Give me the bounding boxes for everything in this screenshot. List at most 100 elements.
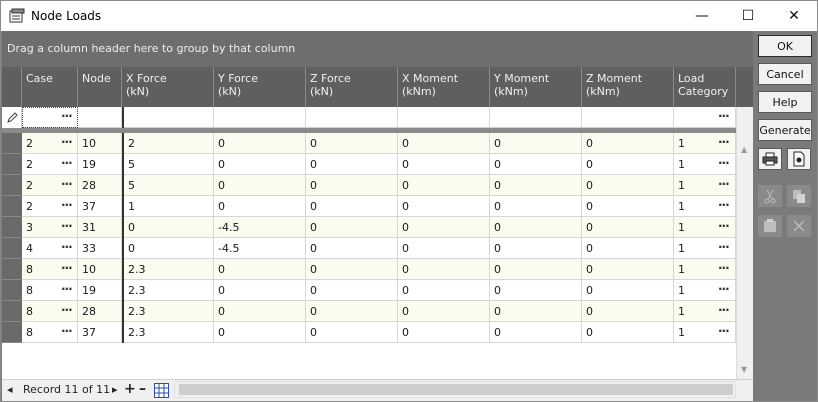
cell-x-moment[interactable]: 0 (398, 322, 490, 343)
cell-node[interactable]: 10 (78, 133, 122, 154)
cancel-button[interactable]: Cancel (758, 63, 812, 85)
cell-y-moment[interactable]: 0 (490, 154, 582, 175)
cell-y-moment[interactable]: 0 (490, 133, 582, 154)
cell-z-force[interactable]: 0 (306, 217, 398, 238)
column-header-x-moment[interactable]: X Moment (kNm) (398, 67, 490, 107)
table-row[interactable]: 2 28 5 0 0 0 0 0 1 ··· ··· (2, 175, 736, 196)
table-row[interactable]: 8 37 2.3 0 0 0 0 0 1 ··· ··· (2, 322, 736, 343)
table-row[interactable]: 8 28 2.3 0 0 0 0 0 1 ··· ··· (2, 301, 736, 322)
horizontal-scroll-thumb[interactable] (179, 384, 733, 395)
cell-x-moment[interactable]: 0 (398, 154, 490, 175)
help-button[interactable]: Help (758, 91, 812, 113)
print-button[interactable] (758, 148, 782, 170)
print-preview-button[interactable] (787, 148, 811, 170)
table-row[interactable]: 2 19 5 0 0 0 0 0 1 ··· ··· (2, 154, 736, 175)
scroll-up-icon[interactable]: ▲ (741, 145, 747, 154)
maximize-button[interactable]: ☐ (725, 1, 771, 31)
cell-x-force[interactable]: 2.3 (122, 301, 214, 322)
cell-y-force[interactable]: 0 (214, 196, 306, 217)
cell-x-force[interactable]: 1 (122, 196, 214, 217)
cell-z-moment[interactable]: 0 (582, 280, 674, 301)
ok-button[interactable]: OK (758, 35, 812, 57)
filter-x-moment-input[interactable] (398, 107, 490, 128)
row-indicator[interactable] (2, 154, 22, 175)
table-row[interactable]: 8 19 2.3 0 0 0 0 0 1 ··· ··· (2, 280, 736, 301)
generate-button[interactable]: Generate (758, 119, 812, 141)
table-row[interactable]: 2 37 1 0 0 0 0 0 1 ··· ··· (2, 196, 736, 217)
remove-record-icon[interactable]: – (139, 381, 146, 397)
filter-x-force-input[interactable] (122, 107, 214, 128)
cell-z-force[interactable]: 0 (306, 238, 398, 259)
delete-button[interactable] (787, 215, 811, 237)
filter-node-input[interactable] (78, 107, 122, 128)
cell-y-moment[interactable]: 0 (490, 238, 582, 259)
case-ellipsis-button[interactable]: ··· (61, 259, 73, 280)
cell-x-force[interactable]: 5 (122, 175, 214, 196)
load-category-ellipsis-button[interactable]: ··· (718, 175, 730, 196)
row-indicator[interactable] (2, 175, 22, 196)
cell-x-force[interactable]: 2.3 (122, 280, 214, 301)
table-row[interactable]: 4 33 0 -4.5 0 0 0 0 1 ··· ··· (2, 238, 736, 259)
cell-x-moment[interactable]: 0 (398, 301, 490, 322)
cell-x-moment[interactable]: 0 (398, 259, 490, 280)
column-header-node[interactable]: Node (78, 67, 122, 107)
cell-y-moment[interactable]: 0 (490, 217, 582, 238)
case-ellipsis-button[interactable]: ··· (61, 175, 73, 196)
cell-y-moment[interactable]: 0 (490, 175, 582, 196)
cell-z-force[interactable]: 0 (306, 280, 398, 301)
cell-z-force[interactable]: 0 (306, 133, 398, 154)
case-ellipsis-button[interactable]: ··· (61, 322, 73, 343)
add-record-icon[interactable]: + (124, 381, 136, 397)
cell-z-moment[interactable]: 0 (582, 175, 674, 196)
filter-z-force-input[interactable] (306, 107, 398, 128)
cell-node[interactable]: 19 (78, 154, 122, 175)
case-ellipsis-button[interactable]: ··· (61, 154, 73, 175)
row-indicator[interactable] (2, 280, 22, 301)
cell-x-force[interactable]: 5 (122, 154, 214, 175)
cell-y-moment[interactable]: 0 (490, 196, 582, 217)
column-header-load-category[interactable]: Load Category (674, 67, 736, 107)
load-category-ellipsis-button[interactable]: ··· (718, 280, 730, 301)
cell-node[interactable]: 37 (78, 196, 122, 217)
cell-node[interactable]: 33 (78, 238, 122, 259)
cell-y-moment[interactable]: 0 (490, 322, 582, 343)
cell-x-moment[interactable]: 0 (398, 133, 490, 154)
case-ellipsis-button[interactable]: ··· (61, 301, 73, 322)
column-header-y-moment[interactable]: Y Moment (kNm) (490, 67, 582, 107)
cell-y-force[interactable]: 0 (214, 133, 306, 154)
column-header-x-force[interactable]: X Force (kN) (122, 67, 214, 107)
cell-z-moment[interactable]: 0 (582, 154, 674, 175)
cell-z-moment[interactable]: 0 (582, 217, 674, 238)
vertical-scrollbar[interactable]: ▲ ▼ (736, 107, 753, 379)
table-row[interactable]: 8 10 2.3 0 0 0 0 0 1 ··· ··· (2, 259, 736, 280)
cell-z-force[interactable]: 0 (306, 322, 398, 343)
grid-icon[interactable] (154, 383, 169, 398)
cell-z-moment[interactable]: 0 (582, 322, 674, 343)
table-row[interactable]: 2 10 2 0 0 0 0 0 1 ··· ··· (2, 133, 736, 154)
filter-case-ellipsis-button[interactable]: ··· (61, 107, 73, 128)
cell-x-moment[interactable]: 0 (398, 280, 490, 301)
row-indicator[interactable] (2, 259, 22, 280)
cell-y-force[interactable]: -4.5 (214, 217, 306, 238)
cell-z-moment[interactable]: 0 (582, 133, 674, 154)
cell-x-force[interactable]: 0 (122, 238, 214, 259)
cell-z-force[interactable]: 0 (306, 175, 398, 196)
cell-x-force[interactable]: 2.3 (122, 259, 214, 280)
case-ellipsis-button[interactable]: ··· (61, 238, 73, 259)
cell-y-moment[interactable]: 0 (490, 280, 582, 301)
cell-y-moment[interactable]: 0 (490, 259, 582, 280)
load-category-ellipsis-button[interactable]: ··· (718, 259, 730, 280)
column-header-case[interactable]: Case (22, 67, 78, 107)
cell-y-force[interactable]: 0 (214, 280, 306, 301)
case-ellipsis-button[interactable]: ··· (61, 196, 73, 217)
cell-y-force[interactable]: 0 (214, 175, 306, 196)
cut-button[interactable] (758, 185, 782, 207)
column-header-y-force[interactable]: Y Force (kN) (214, 67, 306, 107)
filter-z-moment-input[interactable] (582, 107, 674, 128)
horizontal-scrollbar[interactable] (174, 381, 736, 398)
case-ellipsis-button[interactable]: ··· (61, 280, 73, 301)
cell-x-moment[interactable]: 0 (398, 196, 490, 217)
filter-y-force-input[interactable] (214, 107, 306, 128)
filter-y-moment-input[interactable] (490, 107, 582, 128)
load-category-ellipsis-button[interactable]: ··· (718, 133, 730, 154)
